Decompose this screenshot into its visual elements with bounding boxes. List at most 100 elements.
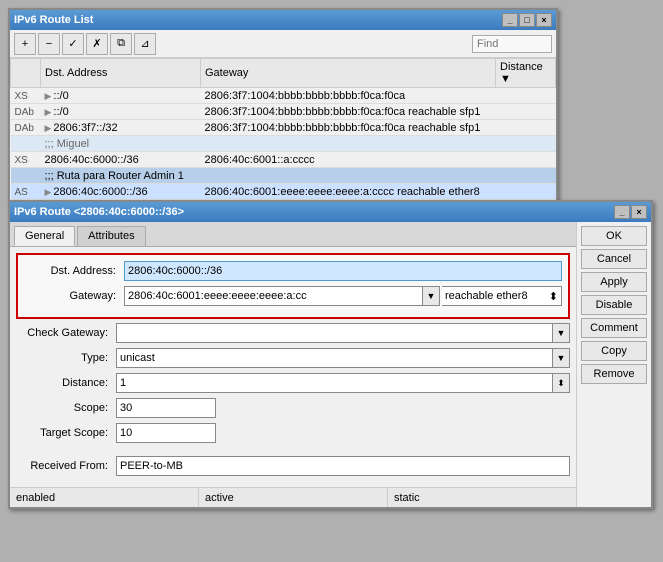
delete-btn[interactable]: −: [38, 33, 60, 55]
route-list-window: IPv6 Route List _ □ × + − ✓ ✗ ⧉ ⊿ Dst. A…: [8, 8, 558, 202]
row-dst: ▶2806:3f7::/32: [41, 120, 201, 136]
check-gateway-group: ▼: [116, 323, 570, 343]
apply-button[interactable]: Apply: [581, 272, 647, 292]
route-table-body: XS ▶::/0 2806:3f7:1004:bbbb:bbbb:bbbb:f0…: [11, 88, 556, 200]
gateway-input[interactable]: [124, 286, 422, 306]
table-row[interactable]: XS ▶::/0 2806:3f7:1004:bbbb:bbbb:bbbb:f0…: [11, 88, 556, 104]
find-input[interactable]: [472, 35, 552, 53]
filter-btn[interactable]: ⊿: [134, 33, 156, 55]
tab-attributes[interactable]: Attributes: [77, 226, 145, 246]
table-row[interactable]: DAb ▶2806:3f7::/32 2806:3f7:1004:bbbb:bb…: [11, 120, 556, 136]
gateway-dropdown-btn[interactable]: ▼: [422, 286, 440, 306]
titlebar-buttons: _ □ ×: [502, 13, 552, 27]
table-row-group: ;;; Ruta para Router Admin 1: [11, 168, 556, 184]
detail-statusbar: enabled active static: [10, 487, 576, 507]
row-dst: ▶::/0: [41, 88, 201, 104]
check-btn[interactable]: ✓: [62, 33, 84, 55]
comment-button[interactable]: Comment: [581, 318, 647, 338]
minimize-btn[interactable]: _: [502, 13, 518, 27]
check-dropdown-icon: ▼: [557, 328, 566, 338]
distance-label: Distance:: [16, 377, 116, 389]
received-from-input[interactable]: [116, 456, 570, 476]
check-gateway-row: Check Gateway: ▼: [16, 323, 570, 343]
row-flag: [11, 136, 41, 152]
highlighted-section: Dst. Address: Gateway: ▼ reachable ether…: [16, 253, 570, 319]
scope-input[interactable]: [116, 398, 216, 418]
tab-attributes-label: Attributes: [88, 230, 134, 242]
gateway-right: reachable ether8 ⬍: [442, 286, 562, 306]
gateway-right-arrow: ⬍: [549, 290, 558, 303]
row-gw: 2806:3f7:1004:bbbb:bbbb:bbbb:f0ca:f0ca r…: [201, 120, 496, 136]
distance-input[interactable]: [116, 373, 552, 393]
scope-row: Scope:: [16, 398, 570, 418]
type-dropdown-icon: ▼: [557, 353, 566, 363]
status-static-text: static: [394, 492, 420, 504]
col-header-dist: Distance ▼: [496, 59, 556, 88]
row-flag: DAb: [11, 120, 41, 136]
row-dst: ▶2806:40c:6000::/36: [41, 184, 201, 200]
distance-row: Distance: ⬍: [16, 373, 570, 393]
tab-general-label: General: [25, 230, 64, 242]
close-btn[interactable]: ×: [536, 13, 552, 27]
cancel-button[interactable]: Cancel: [581, 249, 647, 269]
distance-stepper[interactable]: ⬍: [552, 373, 570, 393]
col-header-dst: Dst. Address: [41, 59, 201, 88]
detail-close-btn[interactable]: ×: [631, 205, 647, 219]
type-dropdown[interactable]: ▼: [552, 348, 570, 368]
table-row-selected[interactable]: AS ▶2806:40c:6000::/36 2806:40c:6001:eee…: [11, 184, 556, 200]
check-icon: ✓: [68, 37, 77, 50]
col-header-flag: [11, 59, 41, 88]
scope-label: Scope:: [16, 402, 116, 414]
target-scope-input[interactable]: [116, 423, 216, 443]
dst-address-input[interactable]: [124, 261, 562, 281]
row-flag: XS: [11, 152, 41, 168]
row-dist: [496, 184, 556, 200]
status-active: active: [199, 488, 388, 507]
received-from-row: Received From:: [16, 456, 570, 476]
type-input[interactable]: [116, 348, 552, 368]
type-label: Type:: [16, 352, 116, 364]
x-icon: ✗: [92, 37, 101, 50]
copy-button[interactable]: Copy: [581, 341, 647, 361]
gateway-row: Gateway: ▼ reachable ether8 ⬍: [24, 286, 562, 306]
maximize-btn[interactable]: □: [519, 13, 535, 27]
row-flag: [11, 168, 41, 184]
route-table-container: Dst. Address Gateway Distance ▼ XS ▶::/0…: [10, 58, 556, 200]
disable-button[interactable]: Disable: [581, 295, 647, 315]
detail-body: General Attributes Dst. Address: Gateway: [10, 222, 651, 507]
route-table: Dst. Address Gateway Distance ▼ XS ▶::/0…: [10, 58, 556, 200]
dst-address-label: Dst. Address:: [24, 265, 124, 277]
tab-general[interactable]: General: [14, 226, 75, 246]
detail-minimize-btn[interactable]: _: [614, 205, 630, 219]
distance-group: ⬍: [116, 373, 570, 393]
cross-btn[interactable]: ✗: [86, 33, 108, 55]
table-row[interactable]: XS 2806:40c:6000::/36 2806:40c:6001::a:c…: [11, 152, 556, 168]
route-list-toolbar: + − ✓ ✗ ⧉ ⊿: [10, 30, 556, 58]
row-section-label: ;;; Miguel: [41, 136, 556, 152]
remove-button[interactable]: Remove: [581, 364, 647, 384]
route-list-title: IPv6 Route List: [14, 14, 93, 26]
target-scope-row: Target Scope:: [16, 423, 570, 443]
check-gateway-input[interactable]: [116, 323, 552, 343]
dropdown-icon: ▼: [427, 291, 436, 301]
check-gateway-label: Check Gateway:: [16, 327, 116, 339]
copy-icon: ⧉: [117, 37, 125, 50]
copy-btn[interactable]: ⧉: [110, 33, 132, 55]
row-gw: 2806:3f7:1004:bbbb:bbbb:bbbb:f0ca:f0ca: [201, 88, 496, 104]
row-gw: 2806:3f7:1004:bbbb:bbbb:bbbb:f0ca:f0ca r…: [201, 104, 496, 120]
add-btn[interactable]: +: [14, 33, 36, 55]
route-detail-window: IPv6 Route <2806:40c:6000::/36> _ × Gene…: [8, 200, 653, 509]
row-dist: [496, 152, 556, 168]
gateway-group: ▼ reachable ether8 ⬍: [124, 286, 562, 306]
row-flag: DAb: [11, 104, 41, 120]
stepper-icon: ⬍: [557, 378, 565, 389]
table-row[interactable]: DAb ▶::/0 2806:3f7:1004:bbbb:bbbb:bbbb:f…: [11, 104, 556, 120]
row-flag: XS: [11, 88, 41, 104]
detail-title: IPv6 Route <2806:40c:6000::/36>: [14, 206, 184, 218]
ok-button[interactable]: OK: [581, 226, 647, 246]
detail-sidebar: OK Cancel Apply Disable Comment Copy Rem…: [576, 222, 651, 507]
row-dst: ▶::/0: [41, 104, 201, 120]
dst-address-row: Dst. Address:: [24, 261, 562, 281]
check-gateway-dropdown[interactable]: ▼: [552, 323, 570, 343]
detail-titlebar-buttons: _ ×: [614, 205, 647, 219]
